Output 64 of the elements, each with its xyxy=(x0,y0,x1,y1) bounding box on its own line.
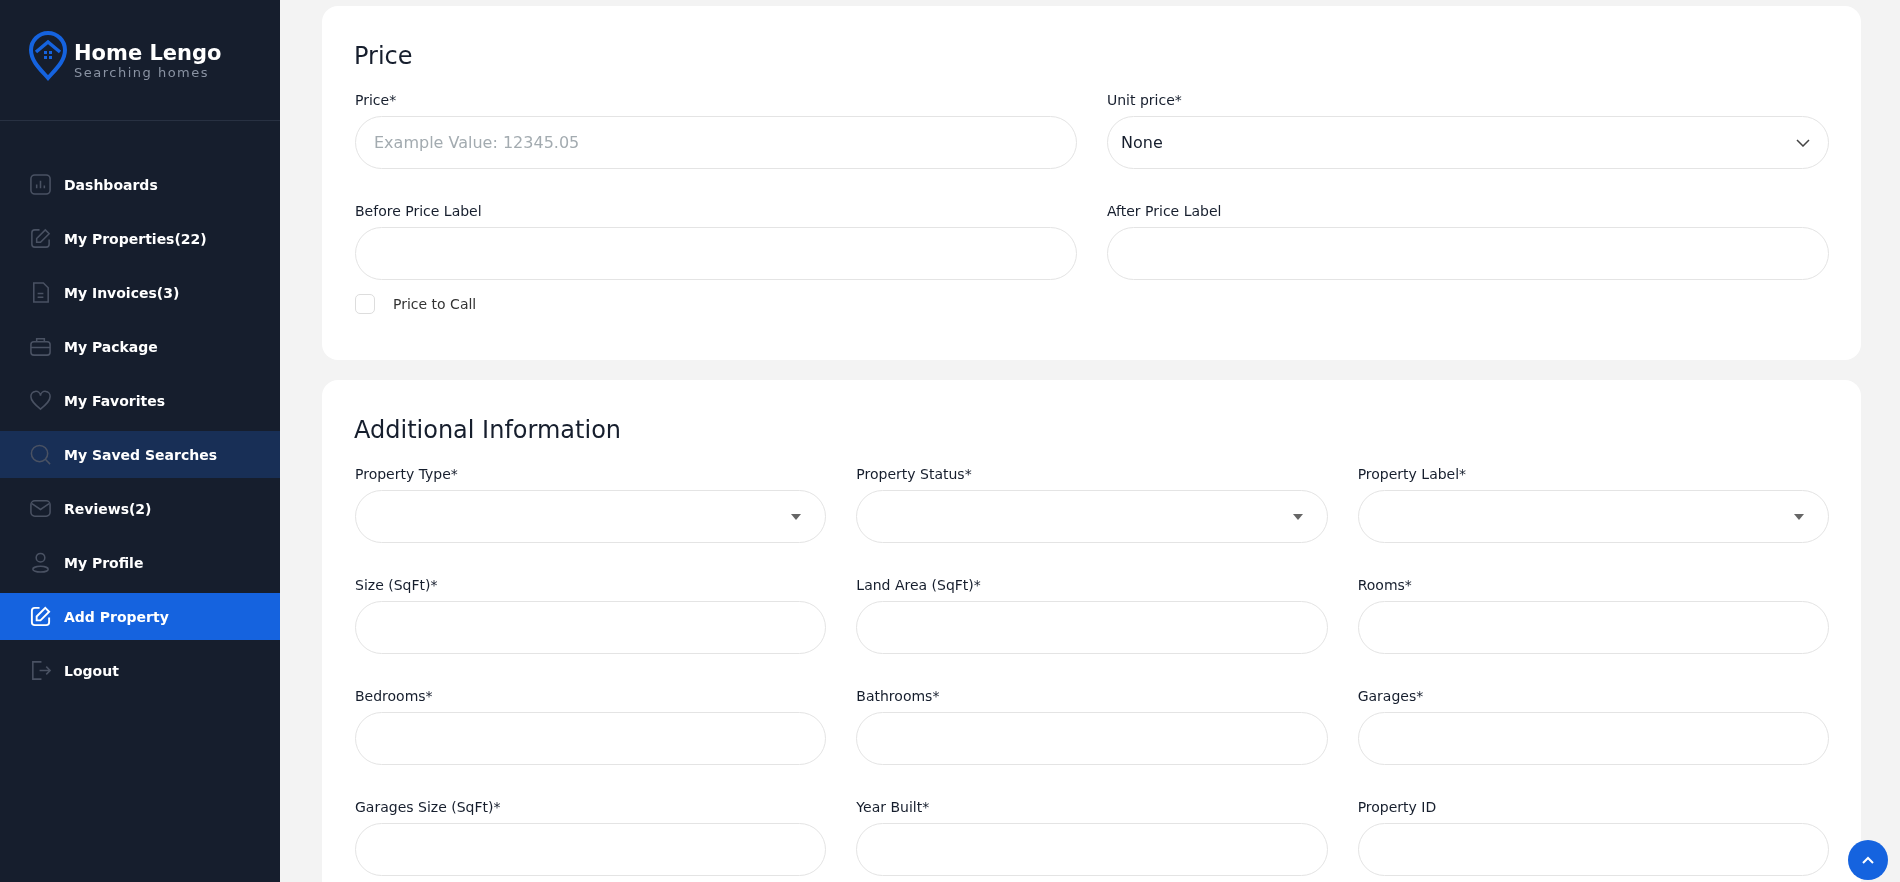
sidebar-item[interactable]: My Package xyxy=(0,323,280,370)
checkbox-label: Price to Call xyxy=(393,296,477,312)
section-title: Price xyxy=(354,42,414,70)
field-label: Garages Size (SqFt)* xyxy=(355,799,502,815)
field-label: Price* xyxy=(355,92,398,108)
sidebar-item[interactable]: My Invoices(3) xyxy=(0,269,280,316)
search-icon xyxy=(29,443,52,466)
field-label: Property Type* xyxy=(355,466,459,482)
sidebar-item[interactable]: Dashboards xyxy=(0,161,280,208)
field-label: After Price Label xyxy=(1107,203,1223,219)
field-label: Land Area (SqFt)* xyxy=(856,577,982,593)
caret-down-icon xyxy=(1794,513,1804,520)
sidebar-item[interactable]: My Profile xyxy=(0,539,280,586)
brand-tagline: Searching homes xyxy=(74,64,211,80)
input-field[interactable] xyxy=(355,227,1077,280)
field-label: Bedrooms* xyxy=(355,688,434,704)
field-label: Property Label* xyxy=(1357,466,1468,482)
field-label: Before Price Label xyxy=(355,203,483,219)
caret-down-icon xyxy=(791,513,802,520)
edit-icon xyxy=(29,227,52,250)
logout-icon xyxy=(29,659,52,682)
section-title: Additional Information xyxy=(354,416,623,444)
field-label: Rooms* xyxy=(1357,577,1413,593)
input-field[interactable] xyxy=(1357,601,1829,654)
input-field[interactable] xyxy=(856,823,1328,876)
sidebar-item[interactable]: Logout xyxy=(0,647,280,694)
input-field[interactable] xyxy=(1107,227,1829,280)
input-field[interactable]: Example Value: 12345.05 xyxy=(355,116,1077,169)
caret-down-icon xyxy=(1292,513,1303,520)
input-field[interactable] xyxy=(355,601,827,654)
field-label: Bathrooms* xyxy=(856,688,941,704)
field-label: Unit price* xyxy=(1107,92,1183,108)
sidebar-item[interactable]: My Saved Searches xyxy=(0,431,280,478)
field-label: Property Status* xyxy=(856,466,973,482)
field-label: Property ID xyxy=(1357,799,1438,815)
sidebar-item[interactable]: Reviews(2) xyxy=(0,485,280,532)
checkbox[interactable] xyxy=(355,294,375,314)
chart-icon xyxy=(29,173,52,196)
unit-price-dropdown[interactable]: None xyxy=(1107,116,1829,169)
input-field[interactable] xyxy=(856,712,1328,765)
scroll-to-top-button[interactable] xyxy=(1848,840,1888,880)
select-field[interactable] xyxy=(856,490,1328,543)
input-field[interactable] xyxy=(355,712,827,765)
input-field[interactable] xyxy=(1357,712,1829,765)
briefcase-icon xyxy=(29,335,52,358)
mail-icon xyxy=(29,497,52,520)
field-label: Year Built* xyxy=(856,799,931,815)
sidebar-item[interactable]: My Properties(22) xyxy=(0,215,280,262)
chevron-up-icon xyxy=(1862,856,1874,864)
input-field[interactable] xyxy=(856,601,1328,654)
input-field[interactable] xyxy=(1357,823,1829,876)
edit-icon xyxy=(29,605,52,628)
sidebar-item[interactable]: Add Property xyxy=(0,593,280,640)
input-field[interactable] xyxy=(355,823,827,876)
select-field[interactable] xyxy=(355,490,827,543)
select-field[interactable] xyxy=(1357,490,1829,543)
field-label: Garages* xyxy=(1357,688,1425,704)
user-icon xyxy=(29,551,52,574)
heart-icon xyxy=(29,389,52,412)
logo-icon xyxy=(28,31,68,81)
sidebar-item[interactable]: My Favorites xyxy=(0,377,280,424)
chevron-down-icon xyxy=(1796,138,1810,147)
brand-name: Home Lengo xyxy=(74,40,222,65)
field-label: Size (SqFt)* xyxy=(355,577,439,593)
